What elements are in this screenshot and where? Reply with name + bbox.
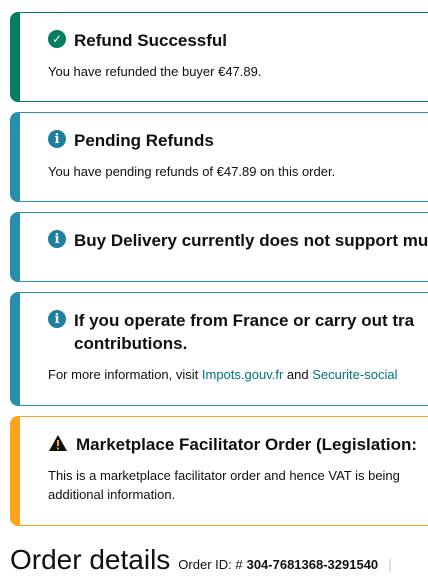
alert-title: If you operate from France or carry out … xyxy=(74,311,415,330)
order-header: Order details Order ID: # 304-7681368-32… xyxy=(10,544,392,576)
check-circle-icon: ✓ xyxy=(48,30,66,48)
info-circle-icon: i xyxy=(48,230,66,248)
alert-body: For more information, visit Impots.gouv.… xyxy=(48,365,428,384)
info-circle-icon: i xyxy=(48,310,66,328)
alert-title: Pending Refunds xyxy=(74,131,214,150)
alert-title: Marketplace Facilitator Order (Legislati… xyxy=(76,435,418,454)
info-circle-icon: i xyxy=(48,130,66,148)
alert-body-line2: additional information. xyxy=(48,487,176,502)
pending-refunds-alert: i Pending Refunds You have pending refun… xyxy=(10,112,428,202)
alert-title: Refund Successful xyxy=(74,31,228,50)
impots-link[interactable]: Impots.gouv.fr xyxy=(202,367,283,382)
warning-triangle-icon xyxy=(48,434,68,452)
separator: | xyxy=(388,556,392,572)
alert-body: This is a marketplace facilitator order … xyxy=(48,466,428,504)
body-prefix: For more information, visit xyxy=(48,367,202,382)
marketplace-facilitator-alert: Marketplace Facilitator Order (Legislati… xyxy=(10,416,428,526)
alert-title-line2: contributions. xyxy=(74,334,188,353)
alert-body-line1: This is a marketplace facilitator order … xyxy=(48,468,400,483)
refund-success-alert: ✓ Refund Successful You have refunded th… xyxy=(10,12,428,102)
page-title: Order details xyxy=(10,544,171,575)
page: ✓ Refund Successful You have refunded th… xyxy=(0,0,428,581)
alert-body: You have refunded the buyer €47.89. xyxy=(48,64,262,79)
order-id-label: Order ID: # xyxy=(178,557,243,572)
alert-title: Buy Delivery currently does not support … xyxy=(74,231,428,250)
france-tax-alert: i If you operate from France or carry ou… xyxy=(10,292,428,406)
buy-delivery-alert: i Buy Delivery currently does not suppor… xyxy=(10,212,428,282)
alert-body: You have pending refunds of €47.89 on th… xyxy=(48,164,336,179)
securite-sociale-link[interactable]: Securite-social xyxy=(312,367,397,382)
order-id-value: 304-7681368-3291540 xyxy=(246,557,379,572)
body-mid: and xyxy=(283,367,313,382)
